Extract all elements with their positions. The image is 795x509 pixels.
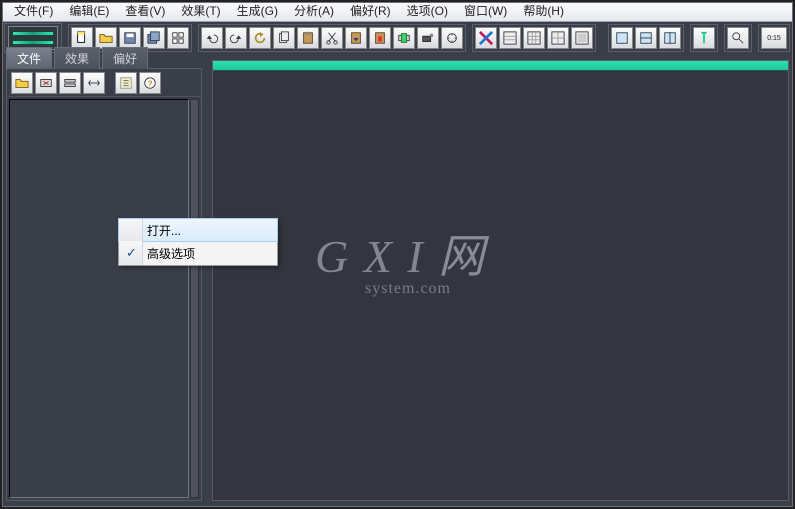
save-all-button[interactable] <box>143 27 165 49</box>
convert-button[interactable] <box>417 27 439 49</box>
mix-paste-button[interactable] <box>369 27 391 49</box>
ctx-advanced-label: 高级选项 <box>147 245 195 262</box>
menu-view[interactable]: 查看(V) <box>117 0 173 22</box>
toolgroup-time: 0:15 <box>758 24 790 52</box>
toolgroup-marker <box>690 24 718 52</box>
menu-favorites[interactable]: 偏好(R) <box>342 0 399 22</box>
spectral-view-button[interactable] <box>475 27 497 49</box>
menu-effects[interactable]: 效果(T) <box>173 0 228 22</box>
editor-timeline-strip[interactable] <box>213 61 788 71</box>
save-button[interactable] <box>119 27 141 49</box>
check-icon: ✓ <box>126 245 142 261</box>
tab-favorites[interactable]: 偏好 <box>102 47 148 69</box>
panel-help-button[interactable]: ? <box>139 72 161 94</box>
menu-generate[interactable]: 生成(G) <box>229 0 286 22</box>
panel-toolbar: ? <box>7 69 201 97</box>
panel-open-button[interactable] <box>11 72 33 94</box>
menu-analyze[interactable]: 分析(A) <box>286 0 342 22</box>
tab-files[interactable]: 文件 <box>6 47 52 69</box>
panel-options-button[interactable] <box>115 72 137 94</box>
ctx-open-label: 打开... <box>147 222 181 239</box>
new-file-button[interactable] <box>71 27 93 49</box>
grid-4-button[interactable] <box>571 27 593 49</box>
toolgroup-windows <box>608 24 684 52</box>
copy-button[interactable] <box>273 27 295 49</box>
toolgroup-edit <box>198 24 466 52</box>
redo-button[interactable] <box>225 27 247 49</box>
paste-button[interactable] <box>297 27 319 49</box>
tab-effects[interactable]: 效果 <box>54 47 100 69</box>
side-panel: 文件 效果 偏好 ? <box>6 68 202 501</box>
panel-close-button[interactable] <box>35 72 57 94</box>
toolgroup-view <box>472 24 596 52</box>
watermark-label-1: G X I <box>315 231 425 282</box>
ctx-gutter-icon <box>119 219 143 241</box>
window-2-button[interactable] <box>635 27 657 49</box>
menu-bar: 文件(F) 编辑(E) 查看(V) 效果(T) 生成(G) 分析(A) 偏好(R… <box>0 0 795 22</box>
grid-1-button[interactable] <box>499 27 521 49</box>
trim-button[interactable] <box>393 27 415 49</box>
panel-file-list[interactable] <box>9 99 189 498</box>
properties-button[interactable] <box>441 27 463 49</box>
menu-file[interactable]: 文件(F) <box>6 0 61 22</box>
undo-button[interactable] <box>201 27 223 49</box>
side-tabs: 文件 效果 偏好 <box>6 47 150 69</box>
time-display-button[interactable]: 0:15 <box>761 27 787 49</box>
context-menu: 打开... ✓ 高级选项 <box>118 218 278 266</box>
panel-insert-button[interactable] <box>59 72 81 94</box>
window-1-button[interactable] <box>611 27 633 49</box>
panel-scrollbar[interactable] <box>190 99 199 498</box>
svg-text:?: ? <box>148 79 153 88</box>
window-3-button[interactable] <box>659 27 681 49</box>
watermark-label-2: 网 <box>438 231 486 282</box>
menu-window[interactable]: 窗口(W) <box>456 0 515 22</box>
grid-2-button[interactable] <box>523 27 545 49</box>
panel-edit-button[interactable] <box>83 72 105 94</box>
watermark: G X I 网 system.com <box>315 220 486 298</box>
paste-new-button[interactable] <box>345 27 367 49</box>
repeat-button[interactable] <box>249 27 271 49</box>
menu-edit[interactable]: 编辑(E) <box>61 0 117 22</box>
zoom-button[interactable] <box>727 27 749 49</box>
batch-button[interactable] <box>167 27 189 49</box>
ctx-open[interactable]: 打开... <box>118 218 278 242</box>
menu-options[interactable]: 选项(O) <box>399 0 456 22</box>
open-file-button[interactable] <box>95 27 117 49</box>
editor-area <box>212 60 789 501</box>
toolgroup-zoom <box>724 24 752 52</box>
grid-3-button[interactable] <box>547 27 569 49</box>
menu-help[interactable]: 帮助(H) <box>515 0 572 22</box>
ctx-advanced[interactable]: ✓ 高级选项 <box>119 241 277 265</box>
cut-button[interactable] <box>321 27 343 49</box>
marker-button[interactable] <box>693 27 715 49</box>
